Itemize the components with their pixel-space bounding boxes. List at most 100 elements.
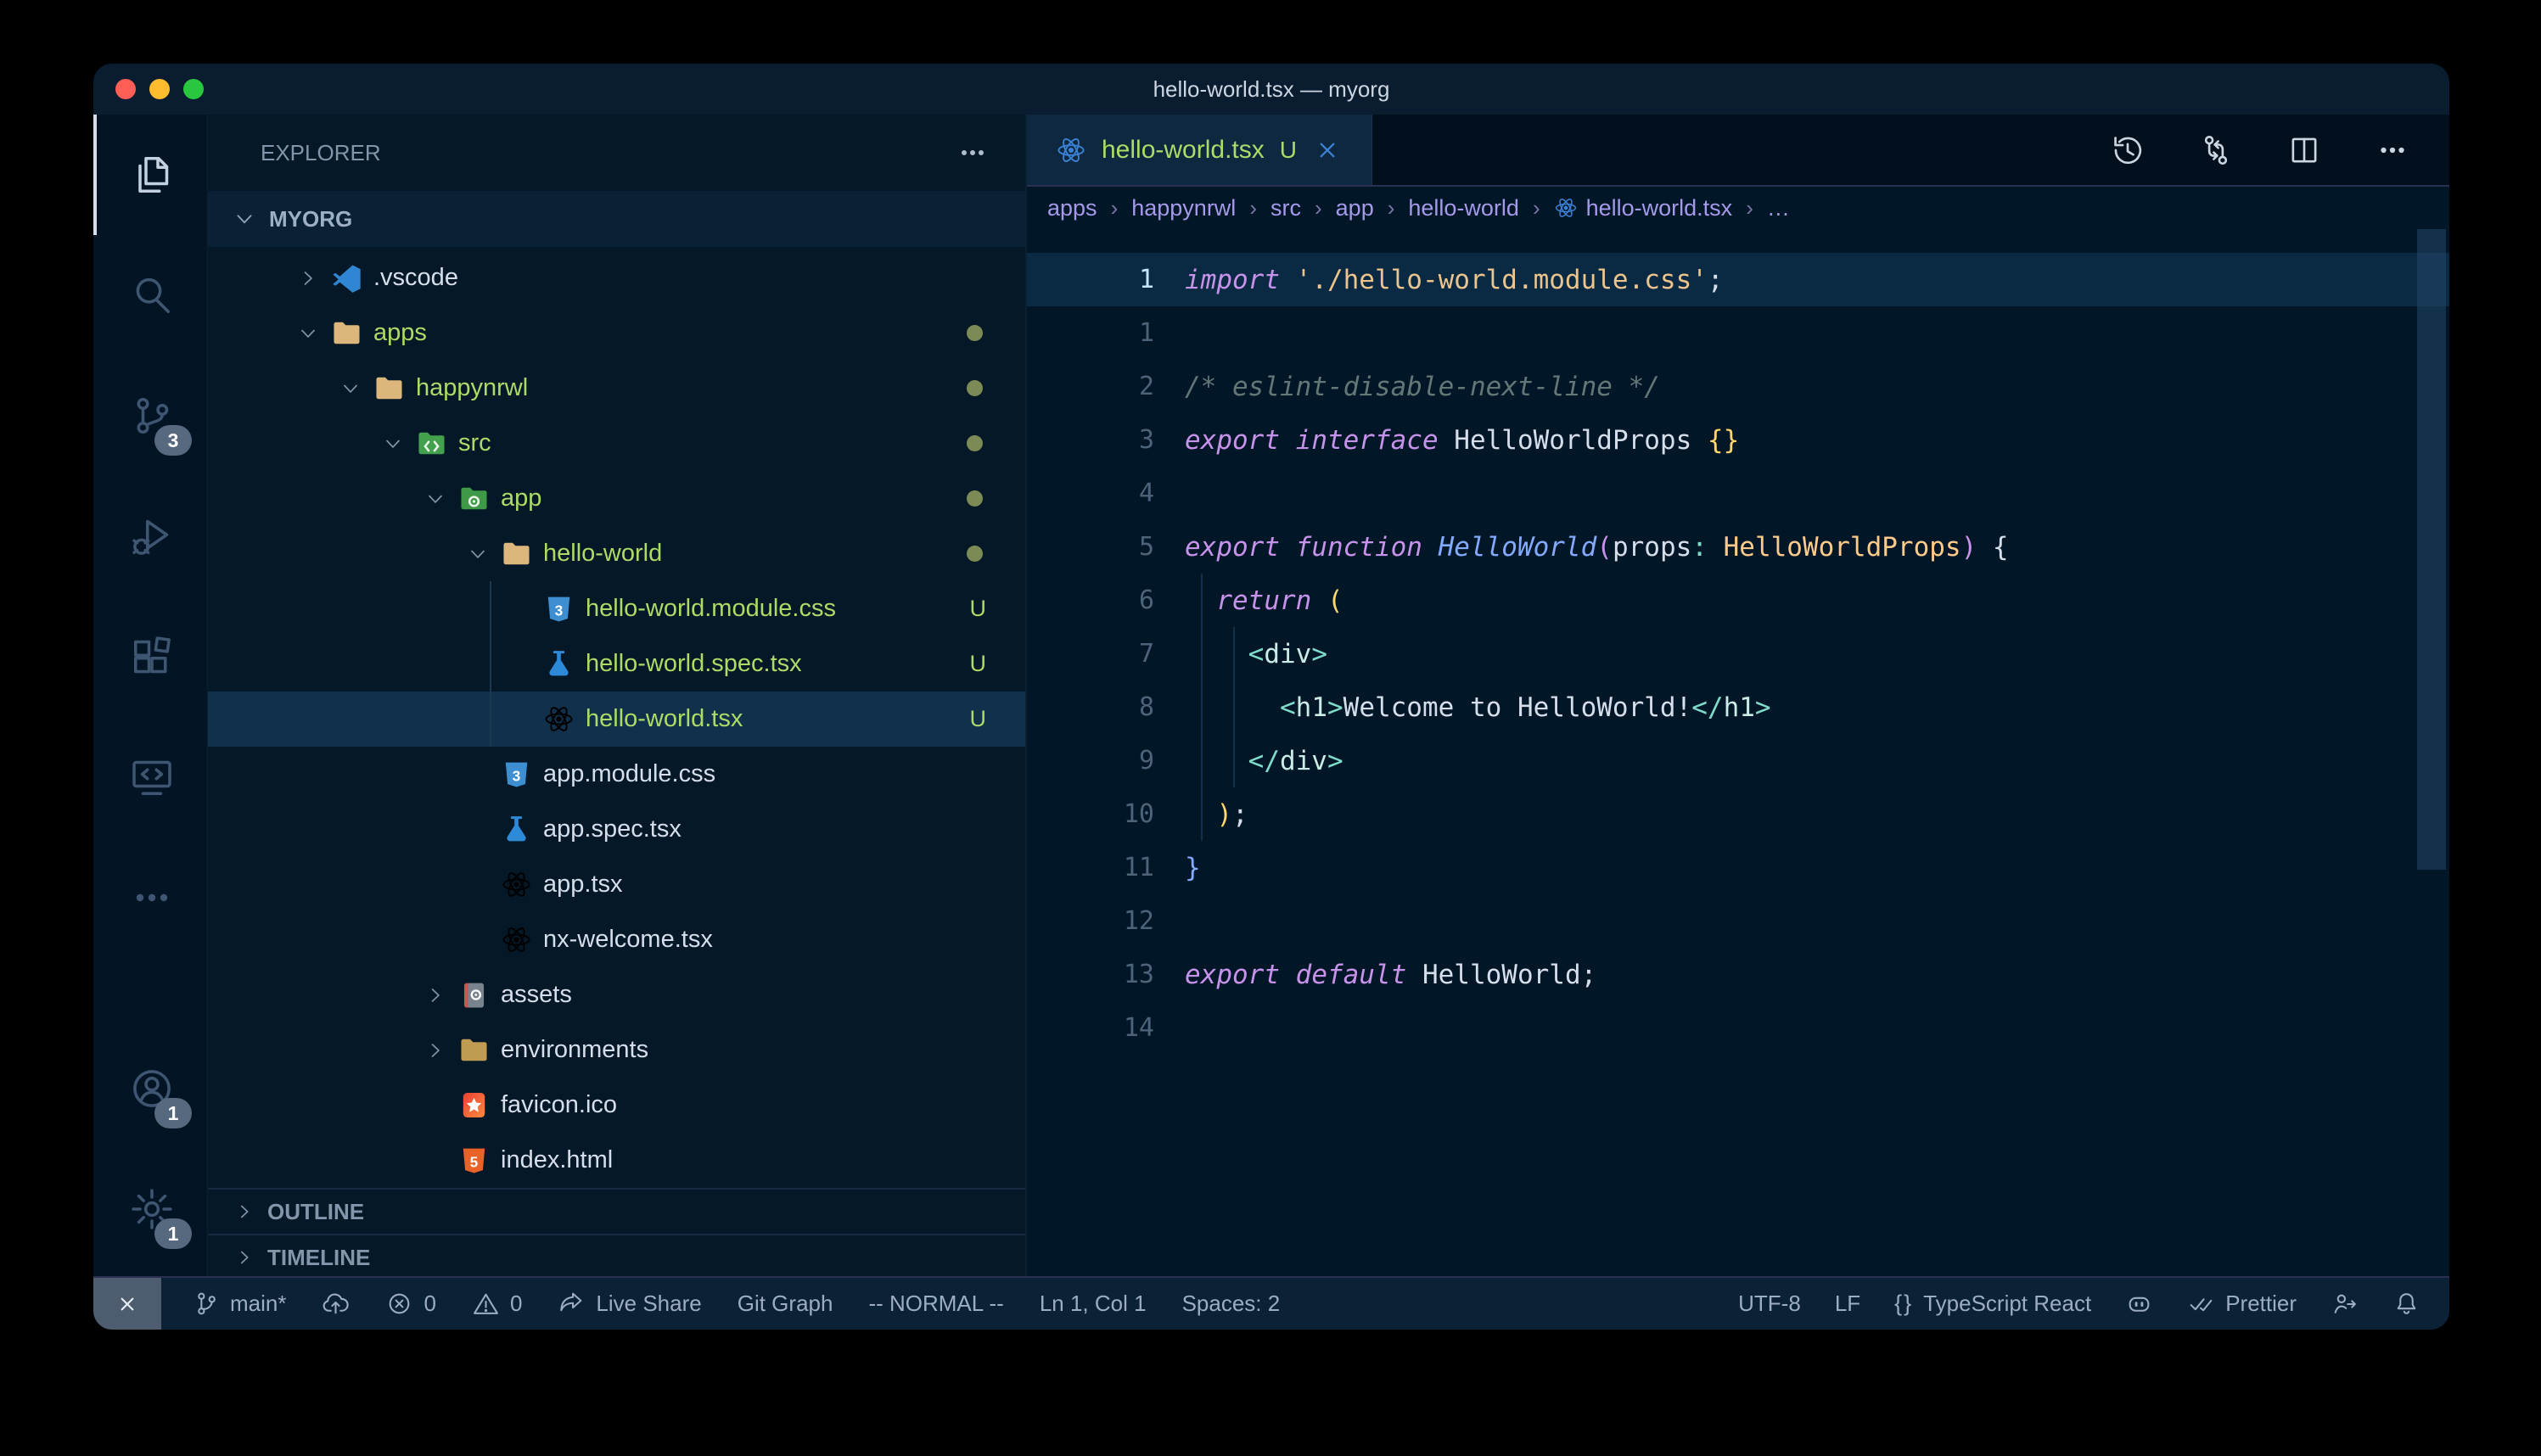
status-feedback[interactable] bbox=[2331, 1290, 2359, 1318]
live-share-icon bbox=[558, 1290, 586, 1318]
status-cursor-position[interactable]: Ln 1, Col 1 bbox=[1040, 1291, 1147, 1317]
status-eol[interactable]: LF bbox=[1835, 1291, 1860, 1317]
tree-item-environments[interactable]: environments bbox=[208, 1022, 1025, 1078]
tree-item-index-html[interactable]: 5index.html bbox=[208, 1133, 1025, 1188]
breadcrumb-item-hello-world-tsx[interactable]: hello-world.tsx bbox=[1554, 195, 1733, 221]
breadcrumb-separator: › bbox=[1315, 195, 1322, 221]
editor-scrollbar[interactable] bbox=[2417, 229, 2446, 870]
breadcrumb-item-app[interactable]: app bbox=[1336, 195, 1374, 221]
status-language-mode[interactable]: {}TypeScript React bbox=[1894, 1291, 2091, 1317]
activity-explorer-button[interactable] bbox=[93, 115, 207, 235]
activity-search-button[interactable] bbox=[93, 235, 207, 356]
tree-item-hello-world[interactable]: hello-world bbox=[208, 526, 1025, 581]
breadcrumb-separator: › bbox=[1746, 195, 1753, 221]
tree-item-src[interactable]: src bbox=[208, 416, 1025, 471]
status-bar: main* 0 0 Live Share Git Graph -- NORMAL -- Ln… bbox=[93, 1276, 2449, 1330]
tree-item-hello-world-module-css[interactable]: 3hello-world.module.cssU bbox=[208, 581, 1025, 636]
line-number: 10 bbox=[1027, 799, 1154, 829]
activity-accounts-button[interactable]: 1 bbox=[93, 1028, 207, 1149]
tree-item-label: src bbox=[458, 429, 491, 457]
remote-indicator-button[interactable] bbox=[93, 1278, 161, 1330]
code-line: 1 bbox=[1027, 306, 2449, 360]
tree-item-label: happynrwl bbox=[416, 374, 528, 402]
chevron-right-icon bbox=[233, 1246, 255, 1268]
status-notifications[interactable] bbox=[2392, 1290, 2420, 1318]
code-line: 14 bbox=[1027, 1001, 2449, 1055]
status-git-branch[interactable]: main* bbox=[192, 1290, 286, 1318]
code-editor[interactable]: 1import './hello-world.module.css';12/* … bbox=[1027, 229, 2449, 1276]
debug-icon bbox=[128, 512, 176, 560]
file-tree: .vscodeapps happynrwl srcapp hello-world3he… bbox=[208, 250, 1025, 1188]
status-prettier[interactable]: Prettier bbox=[2187, 1290, 2297, 1318]
status-git-graph[interactable]: Git Graph bbox=[738, 1291, 833, 1317]
activity-more-views-button[interactable] bbox=[93, 837, 207, 958]
tree-item-favicon-ico[interactable]: favicon.ico bbox=[208, 1078, 1025, 1133]
line-number: 2 bbox=[1027, 372, 1154, 401]
zoom-window-button[interactable] bbox=[183, 79, 204, 99]
status-live-share[interactable]: Live Share bbox=[558, 1290, 701, 1318]
test-icon bbox=[497, 814, 535, 845]
folder-assets-icon bbox=[455, 979, 492, 1011]
minimize-window-button[interactable] bbox=[149, 79, 170, 99]
breadcrumb-item-hello-world[interactable]: hello-world bbox=[1408, 195, 1519, 221]
activity-badge: 3 bbox=[154, 425, 192, 456]
panel-outline[interactable]: OUTLINE bbox=[208, 1188, 1025, 1234]
close-tab-button[interactable] bbox=[1312, 135, 1343, 165]
line-number: 1 bbox=[1027, 318, 1154, 348]
activity-run-debug-button[interactable] bbox=[93, 476, 207, 596]
tree-item-app-spec-tsx[interactable]: app.spec.tsx bbox=[208, 802, 1025, 857]
chevron-down-icon bbox=[232, 206, 269, 232]
code-line: 9 </div> bbox=[1027, 734, 2449, 787]
tree-item-app-module-css[interactable]: 3app.module.css bbox=[208, 747, 1025, 802]
activity-remote-explorer-button[interactable] bbox=[93, 717, 207, 837]
tree-item-hello-world-tsx[interactable]: hello-world.tsxU bbox=[208, 692, 1025, 747]
close-window-button[interactable] bbox=[115, 79, 136, 99]
panel-timeline[interactable]: TIMELINE bbox=[208, 1234, 1025, 1280]
explorer-more-actions-button[interactable] bbox=[956, 136, 990, 170]
activity-source-control-button[interactable]: 3 bbox=[93, 356, 207, 476]
breadcrumb-item-src[interactable]: src bbox=[1270, 195, 1301, 221]
tab-label: hello-world.tsx bbox=[1102, 136, 1265, 165]
title-bar: hello-world.tsx — myorg bbox=[93, 64, 2449, 115]
tree-item-label: app bbox=[501, 484, 541, 512]
activity-settings-button[interactable]: 1 bbox=[93, 1149, 207, 1269]
status-sync-changes[interactable] bbox=[322, 1290, 350, 1318]
editor-action-open-changes-button[interactable] bbox=[2198, 132, 2234, 168]
tree-item-app[interactable]: app bbox=[208, 471, 1025, 526]
double-check-icon bbox=[2187, 1290, 2215, 1318]
test-icon bbox=[540, 648, 577, 680]
editor-action-more-actions-button[interactable] bbox=[2375, 132, 2410, 168]
tree-item-assets[interactable]: assets bbox=[208, 967, 1025, 1022]
code-line: 6 return ( bbox=[1027, 574, 2449, 627]
breadcrumb-item-happynrwl[interactable]: happynrwl bbox=[1131, 195, 1236, 221]
tree-item-hello-world-spec-tsx[interactable]: hello-world.spec.tsxU bbox=[208, 636, 1025, 692]
breadcrumb-item-apps[interactable]: apps bbox=[1047, 195, 1097, 221]
code-line: 12 bbox=[1027, 894, 2449, 948]
tree-item-nx-welcome-tsx[interactable]: nx-welcome.tsx bbox=[208, 912, 1025, 967]
status-encoding[interactable]: UTF-8 bbox=[1738, 1291, 1801, 1317]
line-number: 4 bbox=[1027, 479, 1154, 508]
activity-extensions-button[interactable] bbox=[93, 596, 207, 717]
tree-item-label: app.spec.tsx bbox=[543, 815, 682, 843]
editor-action-split-editor-button[interactable] bbox=[2286, 132, 2322, 168]
status-vim-mode[interactable]: -- NORMAL -- bbox=[868, 1291, 1003, 1317]
tree-item-vscode[interactable]: .vscode bbox=[208, 250, 1025, 305]
tree-item-label: hello-world.spec.tsx bbox=[586, 650, 802, 678]
tree-item-happynrwl[interactable]: happynrwl bbox=[208, 361, 1025, 416]
editor-action-open-timeline-button[interactable] bbox=[2110, 132, 2146, 168]
workspace-root-row[interactable]: MYORG bbox=[208, 191, 1025, 247]
breadcrumb-item-[interactable]: … bbox=[1767, 195, 1790, 221]
status-copilot[interactable] bbox=[2125, 1290, 2153, 1318]
workspace-root-label: MYORG bbox=[269, 206, 352, 232]
react-icon bbox=[1554, 196, 1578, 220]
status-indentation[interactable]: Spaces: 2 bbox=[1182, 1291, 1281, 1317]
tree-item-apps[interactable]: apps bbox=[208, 305, 1025, 361]
tab-bar: hello-world.tsx U bbox=[1027, 115, 2449, 187]
status-errors[interactable]: 0 bbox=[385, 1290, 435, 1318]
tree-item-app-tsx[interactable]: app.tsx bbox=[208, 857, 1025, 912]
tree-item-label: app.tsx bbox=[543, 871, 623, 899]
status-warnings[interactable]: 0 bbox=[472, 1290, 522, 1318]
tab-hello-world-tsx[interactable]: hello-world.tsx U bbox=[1027, 115, 1372, 185]
folder-khaki-icon bbox=[455, 1034, 492, 1066]
feedback-icon bbox=[2331, 1290, 2359, 1318]
